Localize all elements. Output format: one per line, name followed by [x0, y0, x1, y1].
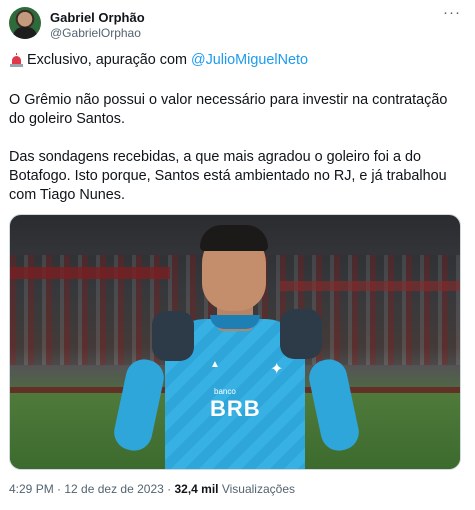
meta-separator: ·	[163, 482, 175, 496]
left-arm	[110, 356, 168, 454]
kit-brand-icon: ▲	[210, 359, 220, 370]
views-label: Visualizações	[218, 482, 295, 496]
mention-link[interactable]: @JulioMiguelNeto	[191, 51, 308, 70]
avatar[interactable]	[9, 7, 41, 39]
tweet-paragraph-1: O Grêmio não possui o valor necessário p…	[9, 92, 448, 127]
more-dots-icon[interactable]: ···	[441, 5, 463, 24]
views-count: 32,4 mil	[174, 482, 219, 496]
siren-icon	[9, 52, 24, 68]
sponsor-logo: banco BRB	[210, 387, 261, 422]
left-glove	[152, 311, 194, 361]
meta-separator: ·	[53, 482, 65, 496]
collar	[210, 315, 260, 329]
right-glove	[280, 309, 322, 359]
sponsor-big-text: BRB	[210, 396, 261, 421]
author-handle[interactable]: @GabrielOrphao	[50, 26, 141, 40]
tweet-intro-text: Exclusivo, apuração com	[27, 52, 191, 68]
club-crest-icon: ✦	[270, 361, 284, 378]
right-arm	[305, 356, 363, 454]
avatar-shirt	[13, 27, 37, 39]
tweet-time[interactable]: 4:29 PM	[9, 482, 54, 496]
tweet-header: Gabriel Orphão @GabrielOrphao ···	[9, 5, 467, 42]
tweet-meta: 4:29 PM · 12 de dez de 2023 · 32,4 mil V…	[9, 482, 295, 496]
sponsor-small-text: banco	[214, 387, 236, 396]
goalkeeper-figure: ▲ ✦ banco BRB	[110, 219, 370, 469]
hair	[200, 225, 268, 251]
tweet-photo[interactable]: ▲ ✦ banco BRB	[9, 214, 461, 470]
tweet-line-1: Exclusivo, apuração com @JulioMiguelNeto	[9, 51, 467, 70]
tweet-date[interactable]: 12 de dez de 2023	[64, 482, 163, 496]
author-name[interactable]: Gabriel Orphão	[50, 10, 145, 25]
tweet-paragraph-2: Das sondagens recebidas, a que mais agra…	[9, 149, 447, 203]
